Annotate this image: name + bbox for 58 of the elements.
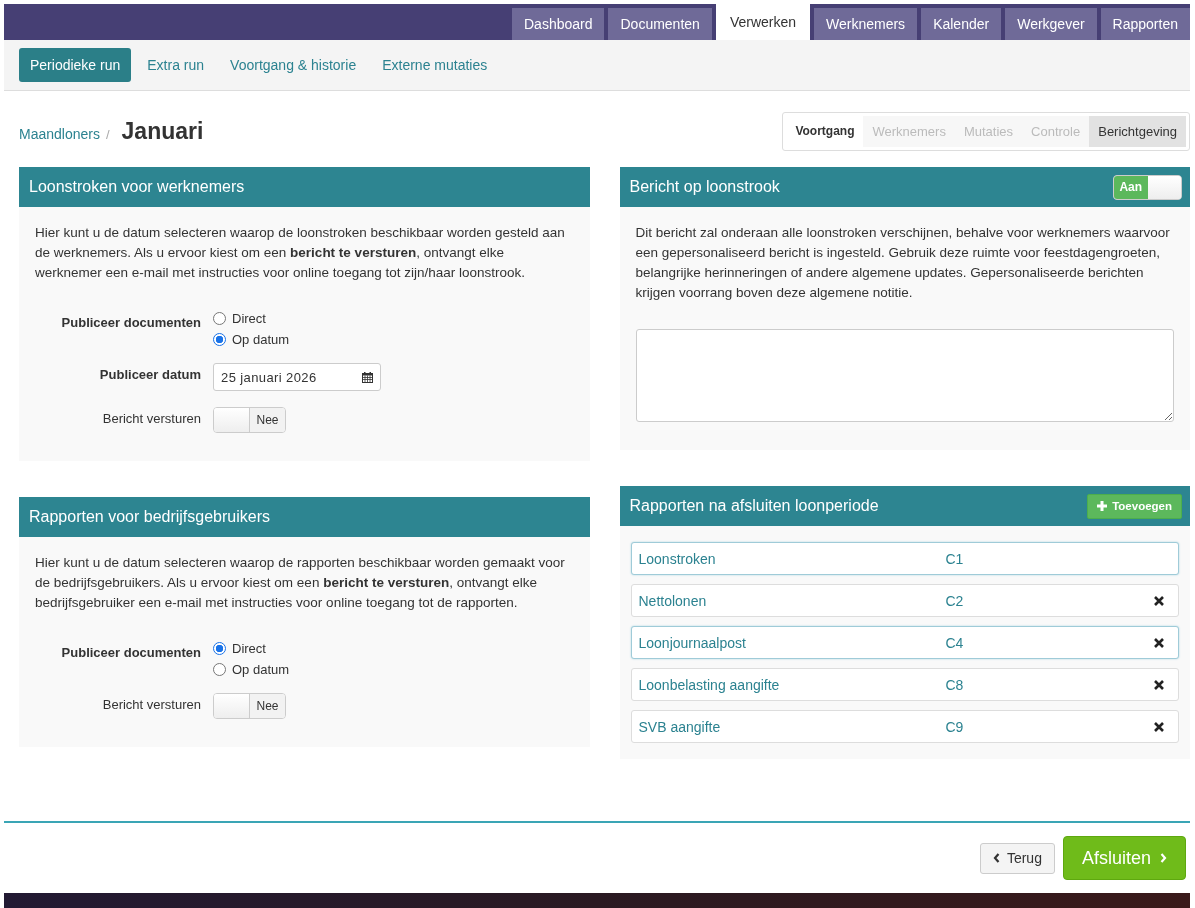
field-label: Publiceer documenten: [60, 644, 201, 660]
report-row[interactable]: Loonstroken C1: [630, 542, 1179, 575]
calendar-icon: [362, 371, 373, 383]
report-code: C1: [945, 550, 965, 567]
sub-nav-tab[interactable]: Periodieke run: [19, 48, 132, 82]
chevron-left-icon: [992, 853, 1000, 863]
panel-title: Loonstroken voor werknemers: [29, 178, 245, 196]
chevron-right-icon: [1160, 853, 1167, 863]
report-name: Nettolonen: [638, 592, 708, 609]
nav-tab[interactable]: Documenten: [608, 8, 712, 40]
report-code: C9: [945, 718, 965, 735]
close-icon: [1154, 637, 1164, 648]
nav-tab[interactable]: Werkgever: [1005, 8, 1097, 40]
back-button[interactable]: Terug: [979, 842, 1055, 874]
description-text: Dit bericht zal onderaan alle loonstroken verschijnen, behalve voor werknemers waarvoor een gepersonaliseerd bericht is ingesteld. Gebruik deze ruimte voor feestdagengroeten, belangrijke herinneringen of andere algemene updates. Gepersonaliseerde berichten krijgen voorrang boven deze algemene notitie.: [635, 224, 1171, 302]
report-name: SVB aangifte: [638, 718, 722, 735]
report-code: C2: [945, 592, 965, 609]
sub-nav-tab[interactable]: Externe mutaties: [372, 48, 498, 82]
radio-option[interactable]: Direct: [213, 641, 290, 656]
page-title: Januari: [121, 117, 204, 145]
radio-option[interactable]: Op datum: [213, 332, 290, 347]
report-code: C4: [945, 634, 965, 651]
report-name: Loonjournaalpost: [638, 634, 747, 651]
nav-tab[interactable]: Werknemers: [814, 8, 918, 40]
date-input-field[interactable]: 25 januari 2026: [213, 363, 381, 391]
nav-tab[interactable]: Kalender: [921, 8, 1002, 40]
breadcrumb-separator: /: [105, 126, 110, 142]
description-text: Hier kunt u de datum selecteren waarop de loonstroken beschikbaar worden gesteld aan de werknemers. Als u ervoor kiest om een bericht te versturen, ontvangt elke werknemer een e-mail met instructies voor online toegang tot zijn/haar loonstrook.: [35, 224, 566, 282]
step-tab[interactable]: Berichtgeving: [1089, 115, 1186, 147]
breadcrumb-link[interactable]: Maandloners: [19, 125, 100, 142]
report-code: C8: [945, 676, 965, 693]
field-label: Publiceer datum: [98, 366, 201, 382]
radio-option[interactable]: Op datum: [213, 662, 290, 677]
report-name: Loonstroken: [638, 550, 717, 567]
nav-tab[interactable]: Dashboard: [512, 8, 605, 40]
toggle-switch[interactable]: Nee: [213, 407, 286, 433]
close-icon: [1154, 721, 1164, 732]
panel-title: Rapporten voor bedrijfsgebruikers: [29, 508, 270, 526]
sub-nav-tab[interactable]: Extra run: [137, 48, 215, 82]
field-label: Bericht versturen: [101, 696, 201, 712]
sub-nav-tab[interactable]: Voortgang & historie: [220, 48, 367, 82]
report-row[interactable]: Loonjournaalpost C4: [630, 626, 1179, 659]
plus-icon: [1097, 501, 1108, 511]
report-row[interactable]: Loonbelasting aangifte C8: [630, 668, 1179, 701]
nav-tab[interactable]: Verwerken: [715, 4, 811, 40]
panel-title: Rapporten na afsluiten loonperiode: [629, 497, 879, 515]
close-icon: [1154, 595, 1164, 606]
field-label: Publiceer documenten: [60, 314, 201, 330]
radio-option[interactable]: Direct: [213, 311, 290, 326]
close-icon: [1154, 679, 1164, 690]
report-row[interactable]: Nettolonen C2: [630, 584, 1179, 617]
field-label: Bericht versturen: [101, 410, 201, 426]
report-row[interactable]: SVB aangifte C9: [630, 710, 1179, 743]
toggle-switch[interactable]: Nee: [213, 693, 286, 719]
description-text: Hier kunt u de datum selecteren waarop de rapporten beschikbaar worden gemaakt voor de bedrijfsgebruikers. Als u ervoor kiest om een bericht te versturen, ontvangt elke bedrijfsgebruiker een e-mail met instructies voor online toegang tot de rapporten.: [35, 554, 566, 612]
panel-title: Bericht op loonstrook: [629, 178, 780, 196]
nav-tab[interactable]: Rapporten: [1100, 8, 1190, 40]
report-name: Loonbelasting aangifte: [638, 676, 781, 693]
